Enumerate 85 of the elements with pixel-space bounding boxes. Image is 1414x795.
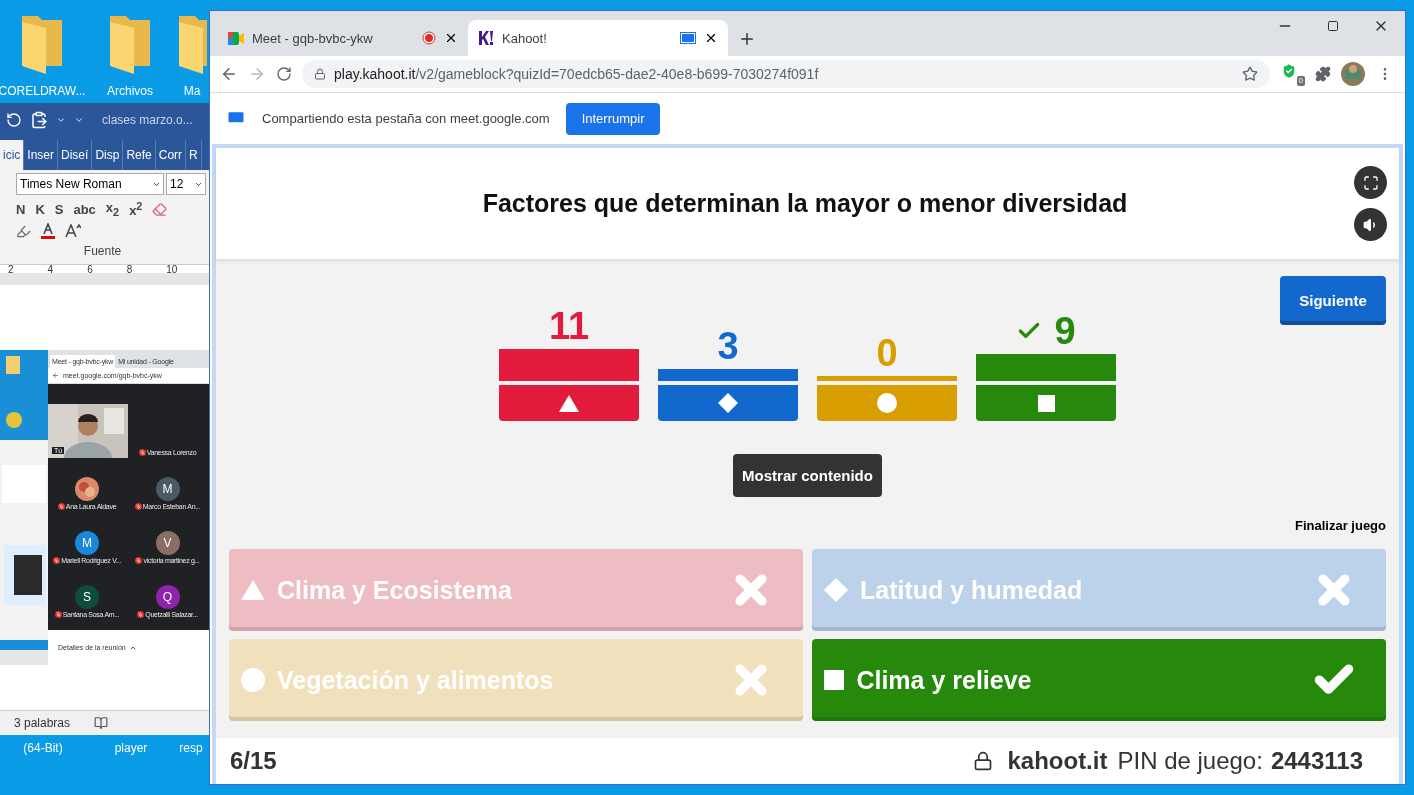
avatar: M	[155, 477, 180, 501]
circle-icon	[877, 393, 897, 413]
answer-text: Latitud y humedad	[860, 575, 1084, 605]
avatar: M	[75, 531, 99, 555]
reload-button[interactable]	[276, 66, 292, 82]
diamond-icon	[824, 578, 848, 602]
answer-text: Clima y relieve	[856, 665, 1033, 695]
desktop-icon-label: CORELDRAW...	[0, 84, 86, 98]
diamond-icon	[718, 393, 738, 413]
format-button[interactable]: K	[35, 201, 45, 217]
square-icon	[824, 669, 845, 691]
question-title: Factores que determinan la mayor o menor diversidad	[481, 189, 1129, 218]
profile-avatar[interactable]	[1341, 62, 1365, 86]
bookmark-star-icon[interactable]	[1242, 66, 1258, 82]
lock-icon	[314, 68, 326, 80]
format-button[interactable]: N	[16, 201, 26, 217]
avatar: V	[155, 531, 180, 555]
grow-font-icon[interactable]	[65, 224, 81, 239]
back-button[interactable]	[220, 65, 238, 83]
end-game-link[interactable]: Finalizar juego	[1295, 518, 1386, 533]
close-tab-icon[interactable]	[704, 31, 718, 45]
font-size-field[interactable]: 12	[166, 173, 206, 195]
answer-text: Clima y Ecosistema	[277, 575, 513, 605]
avatar: Q	[155, 585, 180, 609]
fullscreen-icon[interactable]	[1362, 174, 1379, 191]
avatar: S	[75, 585, 99, 609]
desktop-icon-label: resp	[179, 741, 203, 755]
dropdown-icon[interactable]	[56, 115, 66, 125]
desktop-icon-label: (64-Bit)	[23, 741, 63, 755]
font-name-field[interactable]: Times New Roman	[16, 173, 164, 195]
highlighter-icon[interactable]	[16, 223, 31, 239]
pin-label: PIN de juego:	[1117, 747, 1263, 775]
format-button[interactable]: S	[54, 201, 64, 217]
ruler-number: 4	[47, 263, 54, 275]
back-icon[interactable]	[52, 372, 59, 379]
format-button[interactable]: x$_{2}$	[105, 200, 120, 218]
game-pin: 2443113	[1270, 747, 1363, 775]
shield-extension-button[interactable]: 0	[1280, 62, 1305, 86]
desktop-icon-label: player	[114, 741, 148, 755]
recording-icon	[422, 31, 436, 45]
answer-count: 11	[548, 307, 590, 345]
close-tab-icon[interactable]	[444, 31, 458, 45]
browser-tab[interactable]: Kahoot!	[468, 20, 728, 56]
triangle-icon	[559, 394, 579, 412]
ruler-number: 8	[126, 263, 133, 275]
paste-icon[interactable]	[30, 111, 48, 129]
ruler-number: 2	[8, 263, 14, 275]
lock-icon	[973, 751, 994, 771]
customize-icon[interactable]	[74, 115, 84, 125]
desktop-icon-label: Archivos	[107, 84, 153, 98]
circle-icon	[241, 668, 265, 692]
stop-sharing-button[interactable]: Interrumpir	[565, 102, 661, 135]
desktop-icon-label: Ma	[183, 84, 201, 98]
answer-count: 0	[876, 334, 898, 372]
square-icon	[1037, 394, 1055, 412]
k-logo-icon	[478, 31, 494, 45]
ruler-number: 10	[166, 263, 178, 275]
answer-count: 3	[717, 326, 739, 365]
font-color-icon[interactable]	[41, 223, 55, 240]
ribbon-tab[interactable]: icic	[0, 140, 25, 170]
book-icon[interactable]	[94, 716, 109, 730]
maximize-icon[interactable]	[1327, 20, 1339, 32]
next-button[interactable]: Siguiente	[1280, 276, 1386, 325]
show-media-button[interactable]: Mostrar contenido	[733, 454, 882, 497]
format-button[interactable]: abc	[73, 201, 96, 217]
undo-icon[interactable]	[6, 112, 22, 128]
shield-icon[interactable]	[1280, 62, 1298, 80]
ruler-number: 6	[87, 263, 93, 275]
triangle-icon	[241, 579, 265, 601]
question-counter: 6/15	[230, 747, 278, 775]
document-title: clases marzo.o...	[102, 113, 193, 127]
browser-tab[interactable]: Meet - gqb-bvbc-ykw	[218, 20, 468, 56]
site-name: kahoot.it	[1007, 747, 1108, 775]
address-bar[interactable]: play.kahoot.it/v2/gameblock?quizId=70edcb65-dae2-40e8-b699-7030274f091f	[302, 60, 1270, 88]
extensions-button[interactable]	[1315, 66, 1331, 82]
format-button[interactable]: x$^{2}$	[129, 200, 143, 219]
sound-button[interactable]	[1354, 208, 1387, 241]
group-label: Fuente	[83, 244, 122, 259]
fullscreen-button[interactable]	[1354, 166, 1387, 199]
answer-text: Vegetación y alimentos	[277, 665, 555, 695]
answer-count: 9	[1016, 311, 1076, 350]
video-camera-icon	[228, 31, 244, 45]
eraser-icon[interactable]	[152, 201, 168, 217]
sharing-message: Compartiendo esta pestaña con meet.google.com	[262, 111, 550, 126]
word-count: 3 palabras	[14, 716, 71, 730]
